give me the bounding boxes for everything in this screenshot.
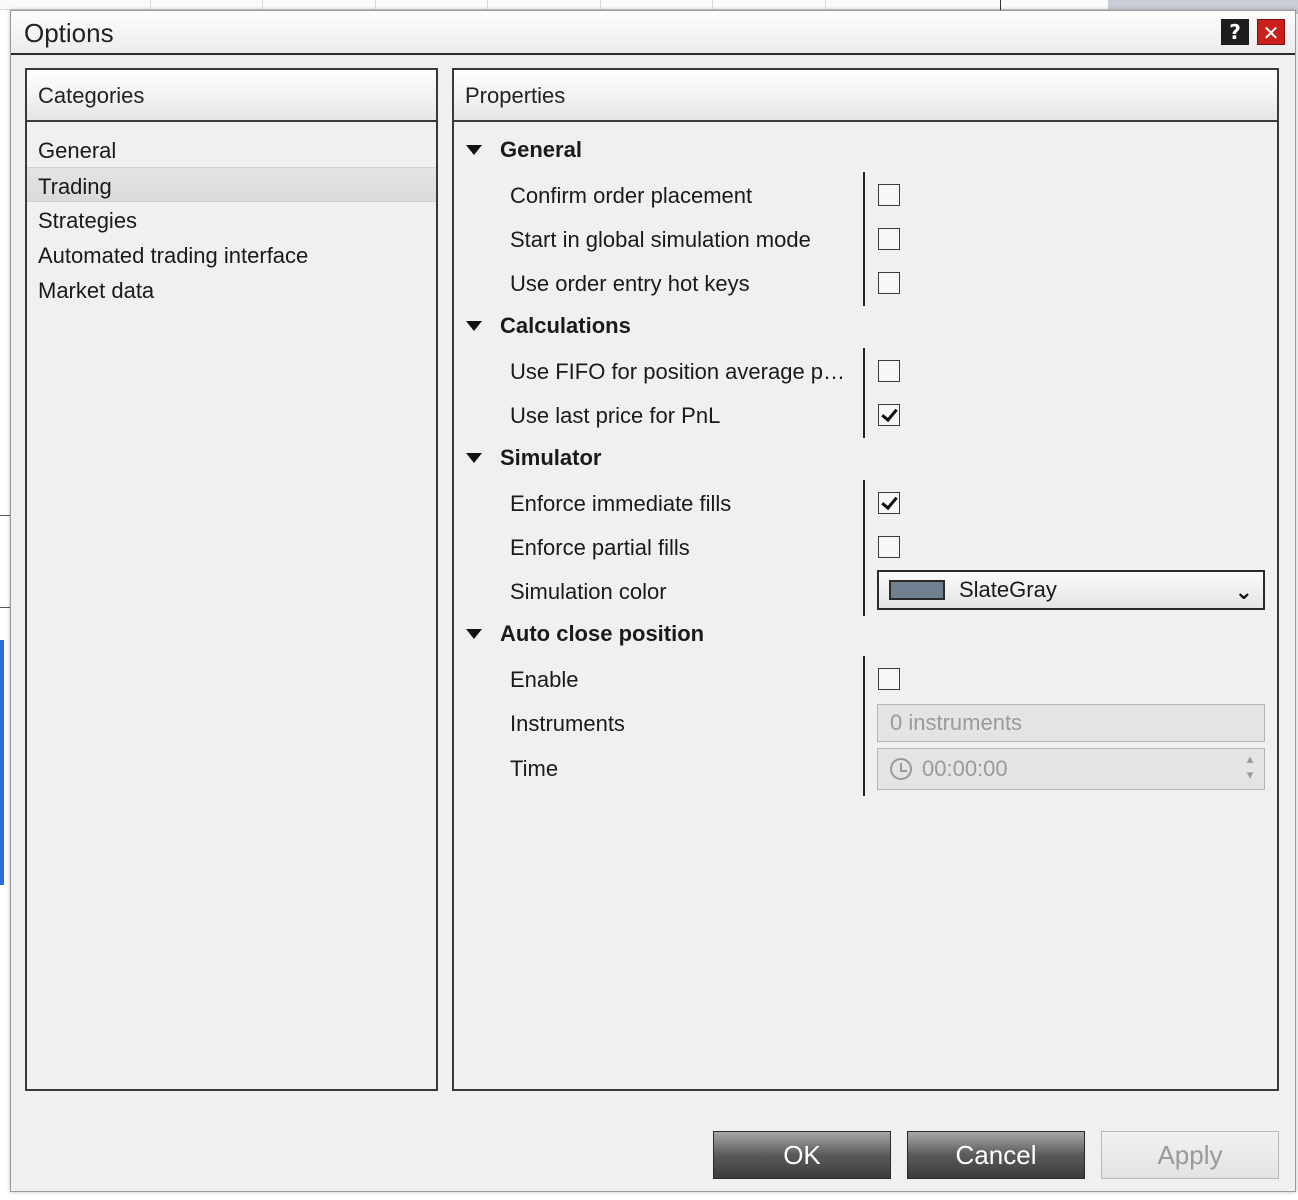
column-divider: [863, 348, 865, 438]
column-divider: [863, 172, 865, 306]
collapse-triangle-icon[interactable]: [466, 321, 482, 331]
instruments-field[interactable]: 0 instruments: [877, 704, 1265, 742]
order-entry-hot-keys-checkbox[interactable]: [878, 272, 900, 294]
time-value: 00:00:00: [922, 756, 1008, 781]
enforce-immediate-fills-checkbox[interactable]: [878, 492, 900, 514]
chevron-down-icon[interactable]: ⌄: [1235, 579, 1253, 605]
property-label: Start in global simulation mode: [510, 227, 811, 252]
background-header-strip: [0, 0, 1298, 10]
property-label: Time: [510, 756, 559, 781]
background-column-divider: [712, 0, 713, 10]
categories-list: General Trading Strategies Automated tra…: [27, 122, 436, 307]
group-auto-close-position[interactable]: Auto close position: [464, 614, 704, 654]
auto-close-enable-checkbox[interactable]: [878, 668, 900, 690]
confirm-order-placement-checkbox[interactable]: [878, 184, 900, 206]
category-item-general[interactable]: General: [27, 132, 436, 167]
column-divider: [863, 480, 865, 616]
clock-icon: [890, 758, 912, 780]
column-divider: [863, 656, 865, 796]
property-label: Enforce immediate fills: [510, 491, 732, 516]
category-item-strategies[interactable]: Strategies: [27, 202, 436, 237]
categories-panel: Categories General Trading Strategies Au…: [25, 68, 438, 1091]
apply-button[interactable]: Apply: [1101, 1131, 1279, 1179]
simulation-color-select[interactable]: SlateGray ⌄: [877, 570, 1265, 610]
property-label: Enable: [510, 667, 579, 692]
background-column-divider: [825, 0, 826, 10]
property-label: Use order entry hot keys: [510, 271, 750, 296]
property-label: Instruments: [510, 711, 625, 736]
group-calculations[interactable]: Calculations: [464, 306, 631, 346]
start-global-simulation-checkbox[interactable]: [878, 228, 900, 250]
category-item-automated-trading-interface[interactable]: Automated trading interface: [27, 237, 436, 272]
property-label: Use last price for PnL: [510, 403, 721, 428]
collapse-triangle-icon[interactable]: [466, 145, 482, 155]
background-column-divider: [375, 0, 376, 10]
time-spinner[interactable]: ▴ ▾: [1242, 751, 1258, 787]
property-label: Use FIFO for position average p…: [510, 359, 846, 384]
time-field[interactable]: 00:00:00 ▴ ▾: [877, 748, 1265, 790]
options-dialog: Options ? ✕ Categories General Trading S…: [10, 10, 1296, 1192]
property-label: Confirm order placement: [510, 183, 753, 208]
enforce-partial-fills-checkbox[interactable]: [878, 536, 900, 558]
background-line: [0, 515, 10, 516]
group-title: Auto close position: [500, 621, 705, 646]
help-icon[interactable]: ?: [1221, 19, 1249, 45]
close-icon[interactable]: ✕: [1257, 19, 1285, 45]
background-column-divider: [150, 0, 151, 10]
properties-header: Properties: [454, 70, 1277, 122]
select-value: SlateGray: [959, 577, 1057, 602]
background-column-divider: [1000, 0, 1001, 10]
category-item-market-data[interactable]: Market data: [27, 272, 436, 307]
categories-header: Categories: [27, 70, 436, 122]
use-fifo-checkbox[interactable]: [878, 360, 900, 382]
background-blue-bar: [0, 640, 4, 885]
background-column-divider: [487, 0, 488, 10]
background-line: [0, 607, 10, 608]
group-general[interactable]: General: [464, 130, 582, 170]
category-item-trading[interactable]: Trading: [27, 167, 436, 202]
group-simulator[interactable]: Simulator: [464, 438, 601, 478]
cancel-button[interactable]: Cancel: [907, 1131, 1085, 1179]
color-swatch: [889, 580, 945, 600]
collapse-triangle-icon[interactable]: [466, 453, 482, 463]
group-title: Simulator: [500, 445, 602, 470]
property-label: Simulation color: [510, 579, 667, 604]
instruments-value: 0 instruments: [890, 710, 1023, 735]
properties-panel: Properties General Confirm order placeme…: [452, 68, 1279, 1091]
use-last-price-pnl-checkbox[interactable]: [878, 404, 900, 426]
collapse-triangle-icon[interactable]: [466, 629, 482, 639]
background-column-divider: [262, 0, 263, 10]
background-column-divider: [600, 0, 601, 10]
ok-button[interactable]: OK: [713, 1131, 891, 1179]
group-title: General: [500, 137, 582, 162]
dialog-titlebar[interactable]: Options ? ✕: [11, 11, 1295, 55]
property-label: Enforce partial fills: [510, 535, 690, 560]
group-title: Calculations: [500, 313, 631, 338]
dialog-title: Options: [24, 18, 114, 48]
